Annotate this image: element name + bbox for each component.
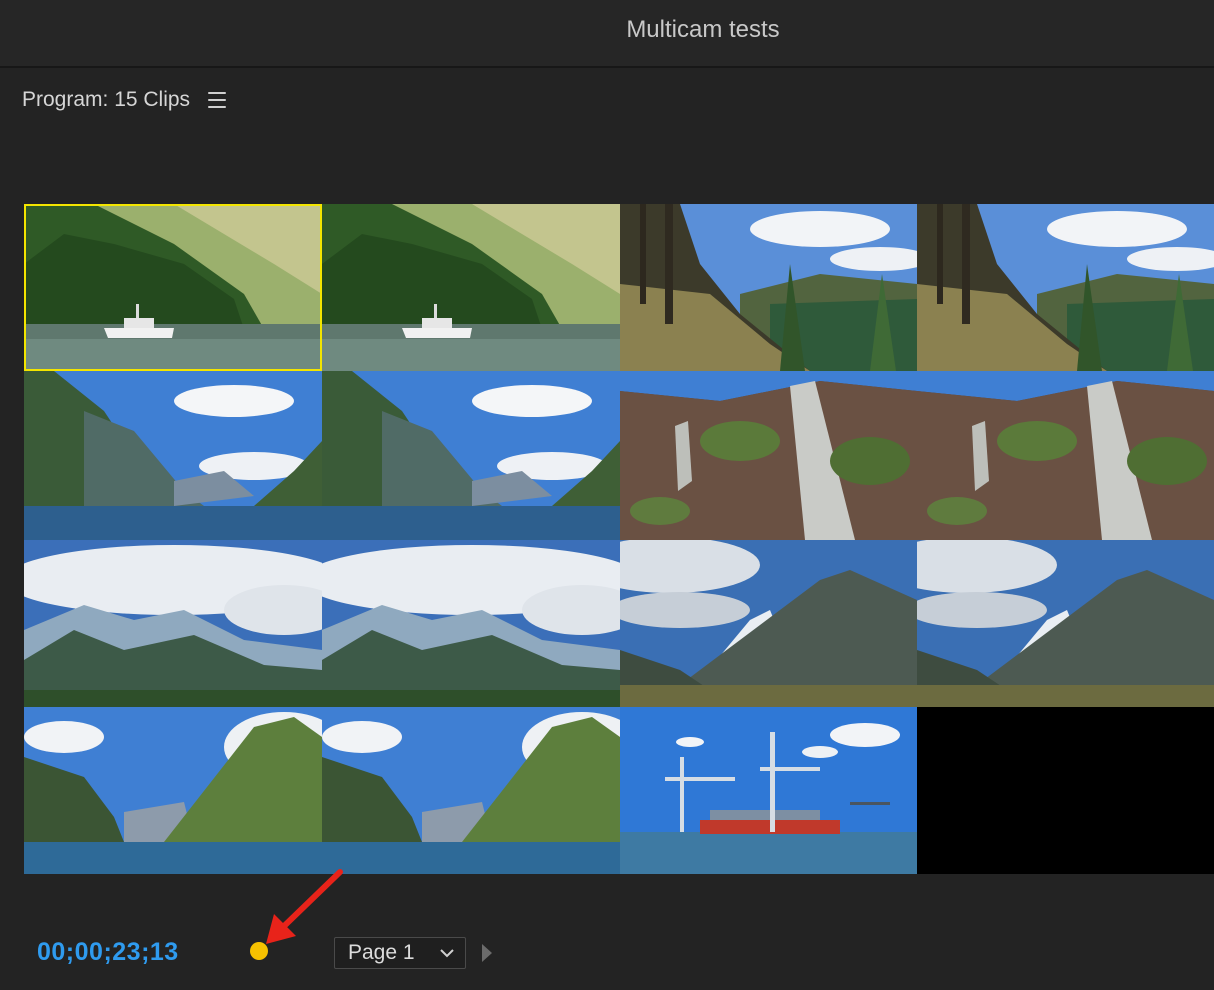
camera-angle-13[interactable] [24,707,322,874]
camera-angle-9[interactable] [24,540,322,707]
mountain-valley-thumbnail [620,540,917,707]
glacier-clouds-thumbnail [322,540,620,707]
camera-angle-6[interactable] [322,371,620,540]
camera-angle-8[interactable] [917,371,1214,540]
sound-peak-thumbnail [24,707,322,874]
chevron-down-icon [440,949,454,958]
camera-angle-4[interactable] [917,204,1214,371]
camera-angle-15[interactable] [620,707,917,874]
sound-peak-thumbnail [322,707,620,874]
camera-angle-14[interactable] [322,707,620,874]
page-select-dropdown[interactable]: Page 1 [334,937,466,969]
fiord-boat-thumbnail [322,204,620,371]
multicam-grid [24,204,1214,874]
sound-view-thumbnail [24,371,322,540]
window-title: Multicam tests [626,16,780,43]
mountain-valley-thumbnail [917,540,1214,707]
camera-angle-11[interactable] [620,540,917,707]
camera-angle-7[interactable] [620,371,917,540]
title-bar: Multicam tests [0,0,1214,68]
panel-title: Program: 15 Clips [22,88,191,111]
playhead-timecode[interactable]: 00;00;23;13 [37,938,179,967]
sound-view-thumbnail [322,371,620,540]
page-select-value: Page 1 [348,941,415,964]
camera-angle-5[interactable] [24,371,322,540]
empty-camera-slot [917,707,1214,874]
port-cranes-thumbnail [620,707,917,874]
forest-cliff-thumbnail [917,204,1214,371]
waterfall-thumbnail [620,371,917,540]
program-panel-header: Program: 15 Clips [22,84,227,116]
glacier-clouds-thumbnail [24,540,322,707]
camera-angle-2[interactable] [322,204,620,371]
camera-angle-12[interactable] [917,540,1214,707]
hamburger-menu-icon[interactable] [208,92,227,108]
camera-angle-10[interactable] [322,540,620,707]
camera-angle-1[interactable] [24,204,322,371]
camera-angle-3[interactable] [620,204,917,371]
play-next-icon[interactable] [480,942,494,964]
forest-cliff-thumbnail [620,204,917,371]
waterfall-thumbnail [917,371,1214,540]
fiord-boat-thumbnail [24,204,322,371]
